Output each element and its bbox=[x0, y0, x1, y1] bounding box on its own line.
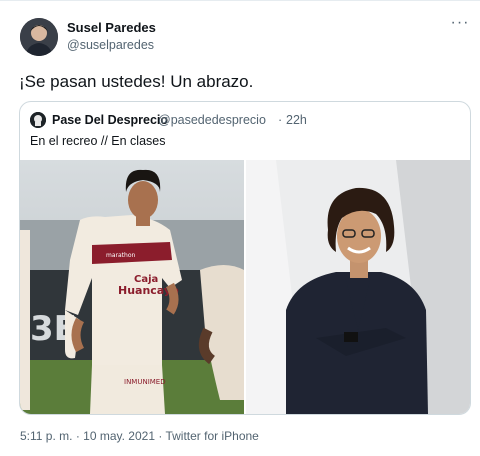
more-options-icon[interactable]: ··· bbox=[450, 15, 470, 34]
tweet-source[interactable]: Twitter for iPhone bbox=[165, 429, 258, 443]
photo-footballer[interactable]: 3E marathon Caja Huancayo INMUNIMED bbox=[20, 160, 244, 414]
quoted-media: 3E marathon Caja Huancayo INMUNIMED bbox=[20, 160, 470, 414]
divider bbox=[0, 0, 480, 1]
quoted-author-name[interactable]: Pase Del Desprecio bbox=[52, 113, 168, 127]
quoted-tweet-text: En el recreo // En clases bbox=[30, 134, 166, 148]
tweet-date[interactable]: 10 may. 2021 bbox=[83, 429, 155, 443]
tweet: Susel Paredes @suselparedes ··· ¡Se pasa… bbox=[0, 0, 480, 456]
author-handle[interactable]: @suselparedes bbox=[67, 38, 154, 52]
photo-woman-portrait[interactable] bbox=[246, 160, 470, 414]
quoted-tweet[interactable]: Pase Del Desprecio @pasededesprecio · 22… bbox=[19, 101, 471, 415]
author-name[interactable]: Susel Paredes bbox=[67, 20, 156, 35]
author-avatar[interactable] bbox=[20, 18, 58, 56]
shorts-sponsor: INMUNIMED bbox=[124, 378, 166, 386]
quoted-separator: · bbox=[278, 113, 283, 127]
tweet-metadata: 5:11 p. m. · 10 may. 2021 · Twitter for … bbox=[20, 429, 259, 443]
tweet-time[interactable]: 5:11 p. m. bbox=[20, 429, 72, 443]
quoted-author-avatar[interactable] bbox=[30, 112, 46, 128]
jersey-brand: marathon bbox=[106, 252, 135, 259]
quoted-author-handle[interactable]: @pasededesprecio bbox=[158, 113, 266, 127]
quoted-timestamp[interactable]: 22h bbox=[286, 113, 307, 127]
tweet-text: ¡Se pasan ustedes! Un abrazo. bbox=[19, 72, 254, 91]
